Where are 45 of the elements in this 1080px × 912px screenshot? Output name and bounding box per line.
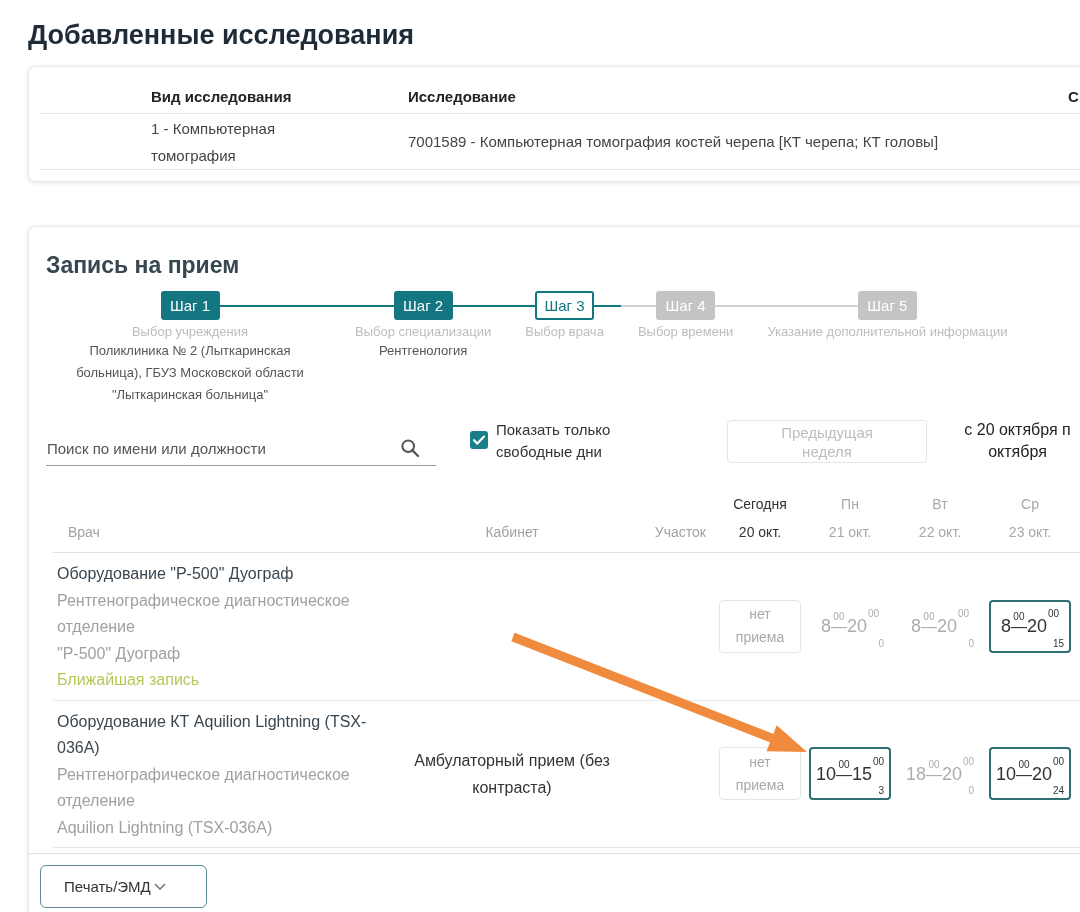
checkbox-label[interactable]: Показать только свободные дни	[496, 419, 646, 463]
week-range: с 20 октября п октября	[963, 420, 1072, 462]
column-header: Исследование	[408, 88, 516, 105]
doctor-name: Оборудование КТ Aquilion Lightning (TSX-036A)	[57, 711, 368, 758]
step-caption: Выбор врача	[525, 324, 604, 340]
search-icon[interactable]	[401, 439, 419, 457]
department-text: Рентгенографическое диагностическое отделение	[57, 764, 351, 811]
date-label: 21 окт.	[828, 523, 872, 542]
chevron-down-icon	[153, 883, 166, 890]
step-caption: Выбор времени	[637, 324, 734, 340]
table-cell-text: 7001589 - Компьютерная томография костей черепа [КТ черепа; КТ головы]	[408, 132, 939, 152]
weekday-label: Ср	[1021, 495, 1039, 514]
step-caption: Указание дополнительной информации	[767, 324, 1008, 340]
device-name: Aquilion Lightning (TSX-036A)	[57, 817, 273, 838]
weekday-label: Сегодня	[733, 495, 787, 514]
section-title: Запись на прием	[46, 251, 240, 279]
search-field[interactable]: Поиск по имени или должности	[46, 432, 436, 466]
column-header: Кабинет	[485, 523, 539, 542]
no-reception-tile: нет приема	[719, 599, 801, 653]
table-cell-text: 1 - Компьютерная томография	[151, 118, 277, 166]
step-indicator: Шаг 2	[393, 291, 453, 320]
weekday-label: Вт	[932, 495, 948, 514]
section-title: Добавленные исследования	[28, 19, 414, 52]
step-indicator: Шаг 3	[535, 291, 595, 320]
column-header: С	[1068, 88, 1079, 105]
step-indicator: Шаг 5	[857, 291, 917, 320]
step-indicator: Шаг 4	[656, 291, 716, 320]
step-value: Поликлиника № 2 (Лыткаринская больница), ГБУЗ Московской области "Лыткаринская больница"	[75, 342, 305, 404]
cabinet-text: Амбулаторный прием (без контраста)	[413, 750, 611, 798]
step-caption: Выбор учреждения	[131, 324, 249, 340]
column-header: Врач	[68, 523, 100, 542]
column-header: Вид исследования	[151, 88, 292, 105]
step-value: Рентгенология	[379, 342, 468, 360]
step-indicator: Шаг 1	[160, 291, 220, 320]
doctor-name: Оборудование "Р-500" Дуограф	[57, 564, 294, 584]
weekday-label: Пн	[841, 495, 859, 514]
column-header: Участок	[654, 523, 706, 542]
checkbox[interactable]	[470, 431, 488, 449]
print-button[interactable]: Печать/ЭМД	[40, 865, 207, 908]
device-name: "Р-500" Дуограф	[57, 643, 181, 664]
department-text: Рентгенографическое диагностическое отделение	[57, 590, 351, 637]
date-label: 23 окт.	[1008, 523, 1052, 542]
date-label: 22 окт.	[918, 523, 962, 542]
date-label: 20 окт.	[738, 523, 782, 542]
step-caption: Выбор специализации	[355, 324, 492, 340]
